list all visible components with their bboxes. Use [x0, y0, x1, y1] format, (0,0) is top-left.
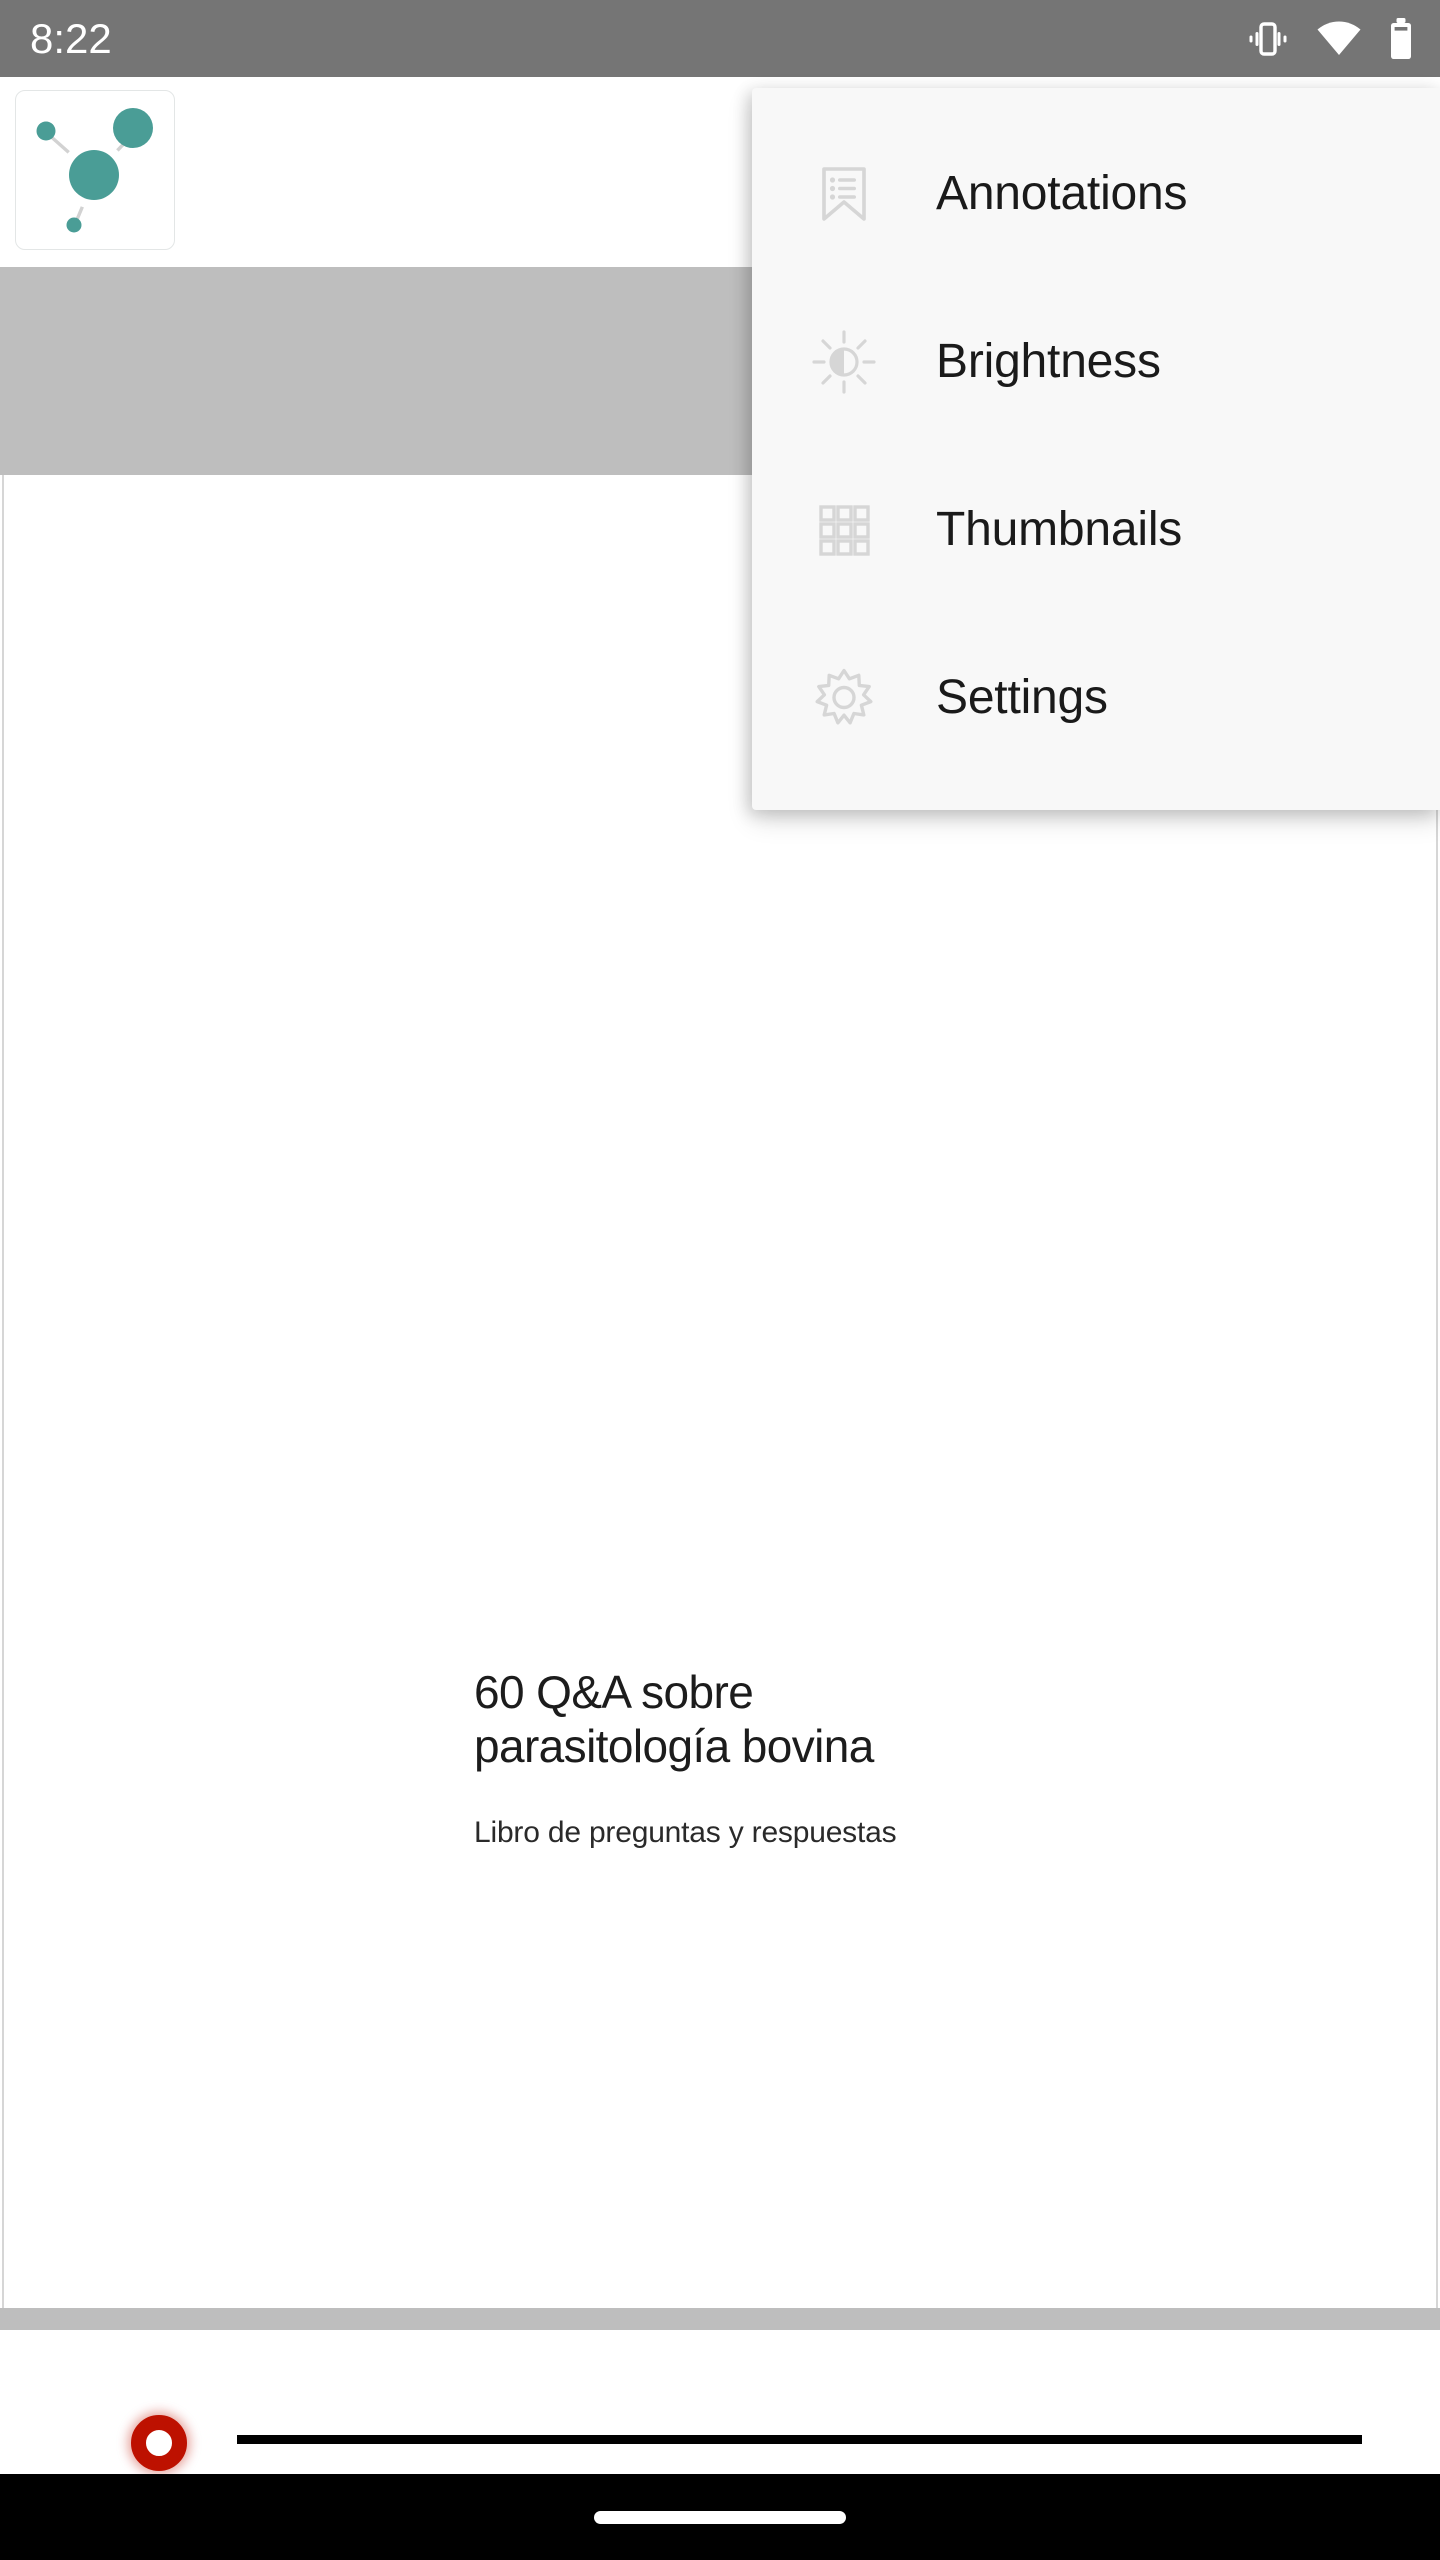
battery-icon — [1388, 17, 1414, 61]
page-scrubber-bar[interactable] — [0, 2330, 1440, 2474]
wifi-icon — [1316, 20, 1362, 58]
brightness-half-sun-icon — [808, 326, 880, 398]
menu-item-settings[interactable]: Settings — [752, 614, 1440, 782]
app-logo-button[interactable] — [15, 90, 175, 250]
scrubber-thumb[interactable] — [131, 2415, 187, 2471]
network-nodes-logo-icon — [16, 91, 174, 249]
status-bar-icons — [1246, 17, 1414, 61]
document-gap-bottom — [0, 2308, 1440, 2330]
system-navigation-bar — [0, 2474, 1440, 2560]
menu-item-label: Annotations — [936, 167, 1188, 220]
page-title: 60 Q&A sobre parasitología bovina — [474, 1666, 874, 1772]
menu-item-brightness[interactable]: Brightness — [752, 278, 1440, 446]
menu-item-annotations[interactable]: Annotations — [752, 110, 1440, 278]
status-bar: 8:22 — [0, 0, 1440, 77]
menu-item-label: Brightness — [936, 335, 1161, 388]
thumbnails-grid-icon — [808, 494, 880, 566]
vibrate-icon — [1246, 17, 1290, 61]
menu-item-label: Settings — [936, 671, 1108, 724]
menu-item-label: Thumbnails — [936, 503, 1183, 556]
overflow-menu: Annotations Brightness Thumbnails Settin… — [752, 88, 1440, 810]
home-indicator[interactable] — [594, 2510, 846, 2524]
status-bar-clock: 8:22 — [30, 14, 112, 62]
page-subtitle: Libro de preguntas y respuestas — [474, 1816, 897, 1849]
settings-gear-icon — [808, 662, 880, 734]
annotations-bookmark-icon — [808, 158, 880, 230]
menu-item-thumbnails[interactable]: Thumbnails — [752, 446, 1440, 614]
scrubber-track[interactable] — [237, 2435, 1362, 2444]
